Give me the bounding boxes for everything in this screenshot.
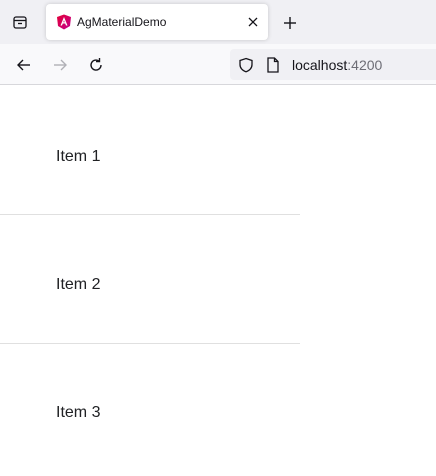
shield-icon[interactable]	[238, 57, 254, 73]
angular-icon	[56, 14, 72, 30]
active-tab[interactable]: AgMaterialDemo	[46, 4, 268, 40]
new-tab-button[interactable]	[279, 12, 301, 34]
page-content: Item 1 Item 2 Item 3	[0, 86, 436, 476]
list-item-label: Item 2	[56, 276, 101, 293]
tab-overview-icon[interactable]	[6, 8, 34, 36]
arrow-right-icon	[54, 59, 67, 71]
list-item-label: Item 3	[56, 404, 101, 421]
reload-icon	[90, 58, 102, 71]
tab-title: AgMaterialDemo	[77, 15, 167, 29]
url-host: localhost	[292, 57, 348, 73]
back-button[interactable]	[11, 52, 37, 78]
arrow-left-icon	[17, 59, 30, 71]
tab-strip: AgMaterialDemo	[0, 0, 436, 44]
url-text[interactable]: localhost:4200	[292, 57, 382, 73]
list-item[interactable]: Item 3	[0, 344, 300, 473]
plus-icon	[284, 17, 296, 29]
list-item[interactable]: Item 1	[0, 86, 300, 215]
list-item-label: Item 1	[56, 148, 101, 165]
url-bar[interactable]: localhost:4200	[230, 49, 436, 80]
forward-button[interactable]	[47, 52, 73, 78]
close-tab-icon[interactable]	[243, 12, 263, 32]
list-item[interactable]: Item 2	[0, 215, 300, 344]
page-icon[interactable]	[266, 57, 280, 73]
navigation-toolbar: localhost:4200	[0, 44, 436, 85]
reload-button[interactable]	[83, 52, 109, 78]
item-list: Item 1 Item 2 Item 3	[0, 86, 300, 473]
url-port: :4200	[347, 57, 383, 73]
